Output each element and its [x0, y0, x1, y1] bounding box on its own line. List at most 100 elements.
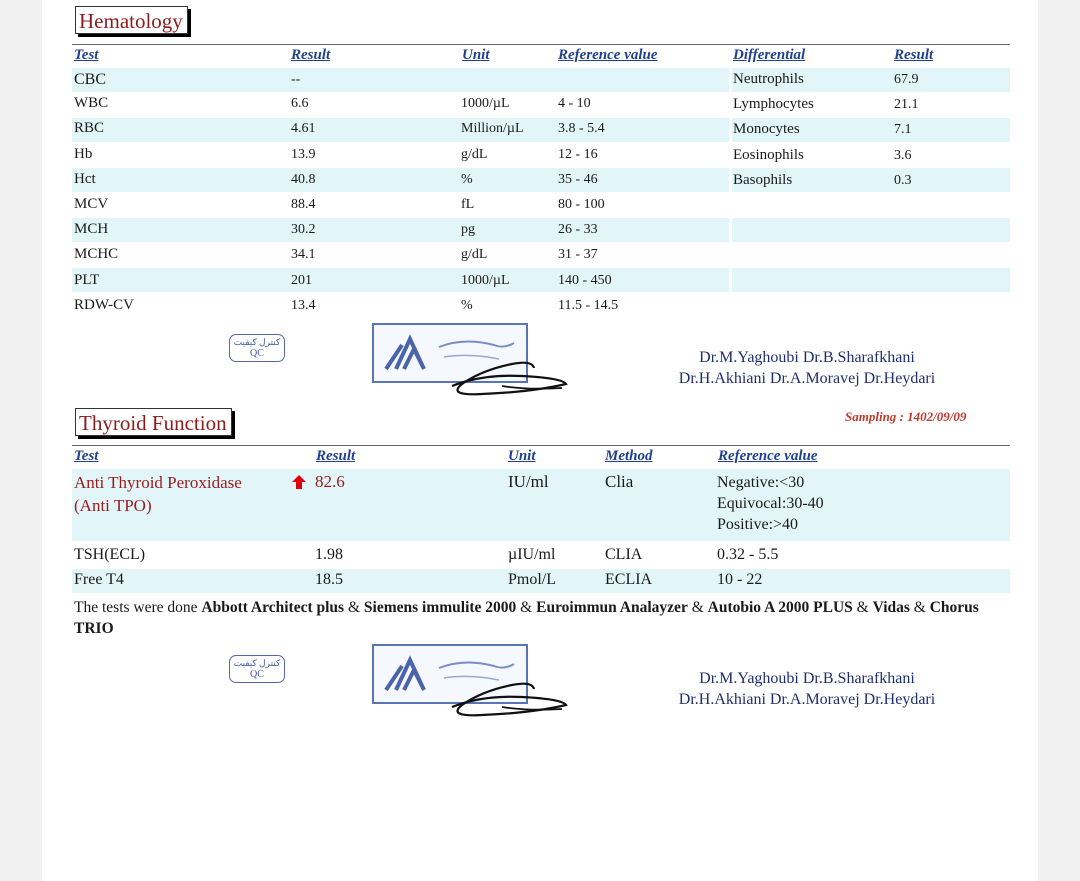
- reference-equivocal: Equivocal:30-40: [717, 495, 824, 512]
- thyroid-header-test: Test: [74, 448, 99, 464]
- thyroid-header-result: Result: [316, 448, 356, 464]
- note-separator: &: [852, 599, 873, 616]
- thyroid-title: Thyroid Function: [75, 408, 232, 436]
- test-reference: 4 - 10: [558, 96, 591, 111]
- note-instrument: Vidas: [872, 599, 910, 616]
- thyroid-header-unit: Unit: [508, 448, 536, 464]
- hematology-divider: [72, 44, 1010, 45]
- test-result: 18.5: [315, 571, 343, 588]
- doctors-line1: Dr.M.Yaghoubi Dr.B.Sharafkhani: [699, 670, 915, 687]
- test-unit: pg: [461, 222, 475, 237]
- note-instrument: Abbott Architect plus: [201, 599, 345, 616]
- header-reference: Reference value: [558, 47, 658, 63]
- test-name: Free T4: [74, 571, 124, 588]
- differential-value: 67.9: [894, 72, 919, 87]
- qc-stamp: کنترل کیفیت QC: [229, 334, 285, 362]
- qc-stamp-latin: QC: [250, 669, 264, 680]
- test-method: CLIA: [605, 546, 643, 563]
- row-band: [732, 218, 1010, 242]
- note-separator: &: [687, 599, 708, 616]
- test-result: 40.8: [291, 172, 316, 187]
- test-reference: Negative:<30 Equivocal:30-40 Positive:>4…: [717, 472, 824, 535]
- test-unit: %: [461, 298, 473, 313]
- signature-icon: [451, 361, 568, 396]
- sampling-date: Sampling : 1402/09/09: [845, 409, 967, 424]
- qc-stamp-persian: کنترل کیفیت: [233, 337, 281, 347]
- note-separator: &: [516, 599, 537, 616]
- test-name: RBC: [74, 120, 105, 136]
- reference-positive: Positive:>40: [717, 516, 799, 533]
- test-unit: g/dL: [461, 147, 488, 162]
- test-result: 82.6: [315, 472, 345, 491]
- test-name: MCH: [74, 221, 109, 237]
- test-unit: g/dL: [461, 247, 488, 262]
- differential-value: 3.6: [894, 148, 912, 163]
- test-unit: Pmol/L: [508, 571, 557, 588]
- differential-value: 7.1: [894, 122, 912, 137]
- doctors-line2: Dr.H.Akhiani Dr.A.Moravej Dr.Heydari: [678, 691, 936, 708]
- doctors-line1: Dr.M.Yaghoubi Dr.B.Sharafkhani: [699, 349, 915, 366]
- test-name: CBC: [74, 71, 107, 88]
- test-name: MCV: [74, 196, 109, 212]
- report-sheet: Hematology Test Result Unit Reference va…: [42, 0, 1038, 881]
- test-name: Anti Thyroid Peroxidase (Anti TPO): [74, 471, 242, 517]
- test-result: 88.4: [291, 197, 316, 212]
- test-result: 34.1: [291, 247, 316, 262]
- test-reference: 11.5 - 14.5: [558, 298, 619, 313]
- test-method: Clia: [605, 472, 634, 491]
- test-result: 13.9: [291, 147, 316, 162]
- test-result: 13.4: [291, 298, 316, 313]
- test-reference: 140 - 450: [558, 273, 612, 288]
- qc-stamp-latin: QC: [250, 348, 264, 359]
- note-separator: &: [909, 599, 930, 616]
- differential-value: 21.1: [894, 97, 919, 112]
- header-differential: Differential: [733, 47, 806, 63]
- differential-name: Neutrophils: [733, 71, 804, 87]
- test-name-line1: Anti Thyroid Peroxidase: [74, 473, 242, 492]
- test-name: MCHC: [74, 246, 119, 262]
- row-band: [72, 218, 729, 242]
- reference-negative: Negative:<30: [717, 474, 805, 491]
- test-reference: 10 - 22: [717, 571, 763, 588]
- row-band: [72, 168, 729, 192]
- differential-name: Basophils: [733, 172, 793, 188]
- test-unit: IU/ml: [508, 472, 549, 491]
- differential-name: Lymphocytes: [733, 96, 814, 112]
- hematology-title: Hematology: [75, 6, 188, 34]
- doctors-block: Dr.M.Yaghoubi Dr.B.Sharafkhani Dr.H.Akhi…: [647, 668, 967, 710]
- instruments-note: The tests were done Abbott Architect plu…: [74, 597, 1014, 639]
- test-name: Hct: [74, 171, 96, 187]
- note-instrument: Autobio A 2000 PLUS: [707, 599, 853, 616]
- test-unit: Million/µL: [461, 121, 524, 136]
- header-unit: Unit: [462, 47, 490, 63]
- note-instrument: Siemens immulite 2000: [363, 599, 517, 616]
- test-reference: 0.32 - 5.5: [717, 546, 779, 563]
- test-result: 201: [291, 273, 312, 288]
- differential-name: Monocytes: [733, 121, 800, 137]
- test-unit: µIU/ml: [508, 546, 556, 563]
- thyroid-divider: [72, 445, 1010, 446]
- thyroid-header-reference: Reference value: [718, 448, 818, 464]
- test-unit: fL: [461, 197, 475, 212]
- test-name: RDW-CV: [74, 297, 134, 313]
- test-result: 6.6: [291, 96, 309, 111]
- qc-stamp: کنترل کیفیت QC: [229, 655, 285, 683]
- header-test: Test: [74, 47, 99, 63]
- header-result: Result: [291, 47, 331, 63]
- test-unit: %: [461, 172, 473, 187]
- test-result: 1.98: [315, 546, 343, 563]
- test-name: TSH(ECL): [74, 546, 146, 563]
- note-instrument: Euroimmun Analayzer: [536, 599, 688, 616]
- signature-icon: [451, 682, 568, 717]
- test-name: PLT: [74, 272, 100, 288]
- test-reference: 12 - 16: [558, 147, 598, 162]
- row-band: [72, 68, 729, 92]
- doctors-block: Dr.M.Yaghoubi Dr.B.Sharafkhani Dr.H.Akhi…: [647, 347, 967, 389]
- test-result: --: [291, 72, 301, 87]
- header-diff-result: Result: [894, 47, 934, 63]
- test-reference: 26 - 33: [558, 222, 598, 237]
- test-unit: 1000/µL: [461, 96, 510, 111]
- row-band: [732, 268, 1010, 292]
- test-reference: 31 - 37: [558, 247, 598, 262]
- test-name: WBC: [74, 95, 109, 111]
